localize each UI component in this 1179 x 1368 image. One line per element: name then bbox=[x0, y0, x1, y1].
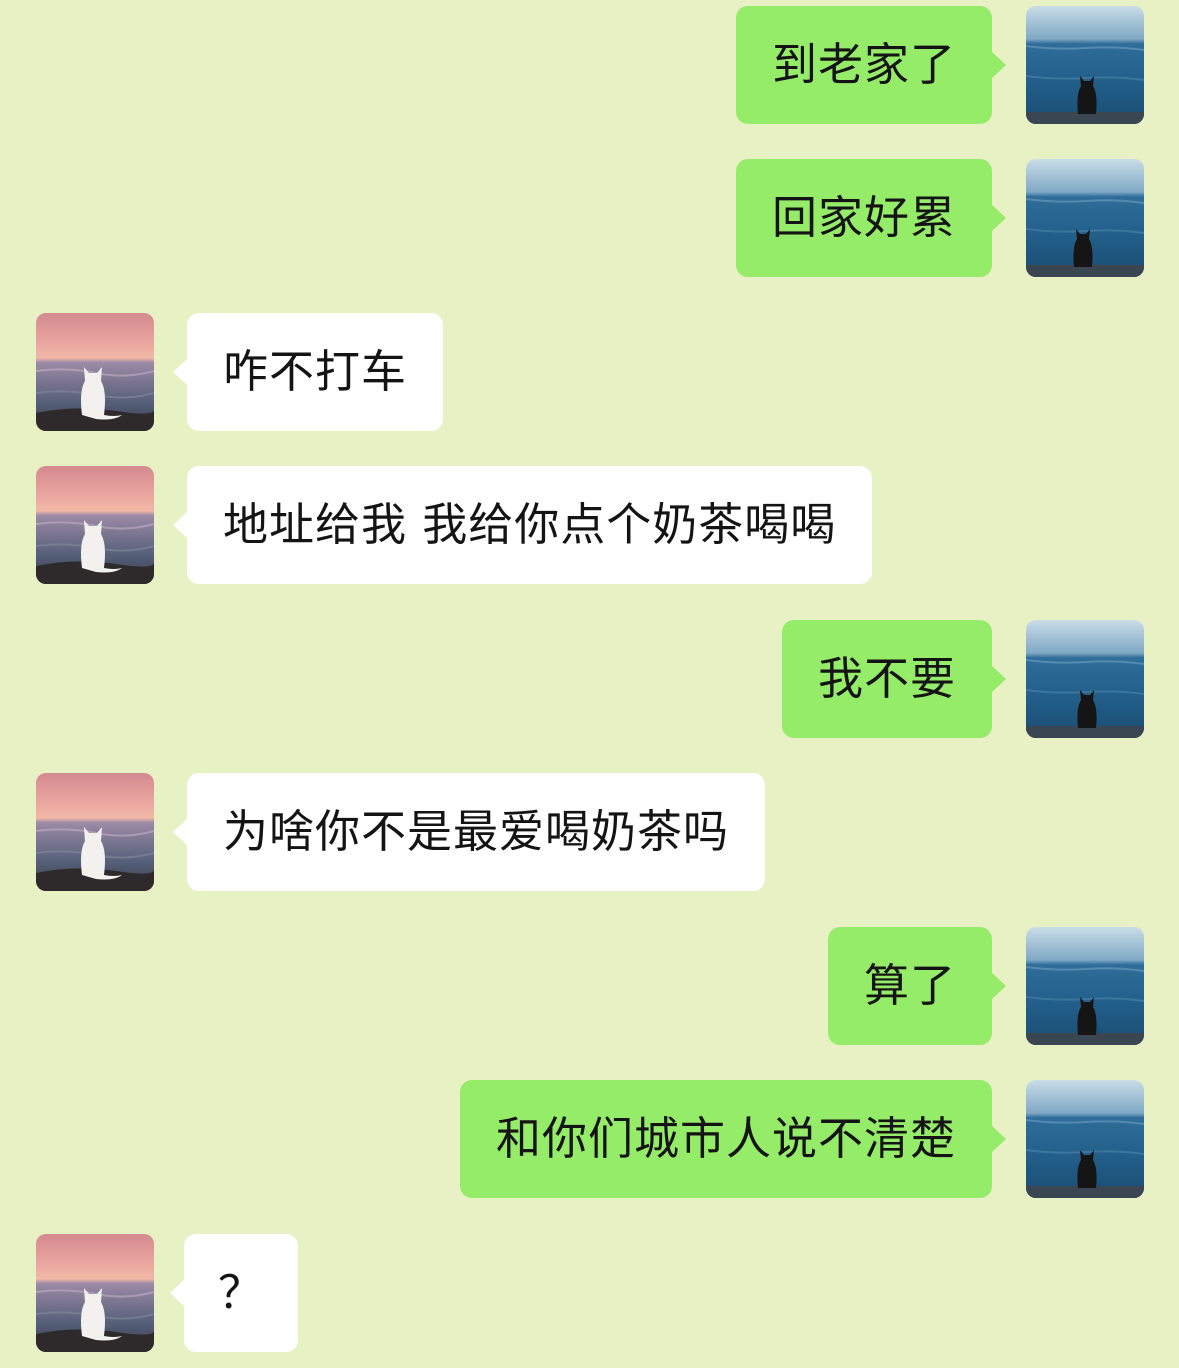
white-cat-sunset-avatar[interactable] bbox=[36, 773, 154, 891]
message-bubble-sent[interactable]: 和你们城市人说不清楚 bbox=[459, 1080, 1007, 1198]
black-cat-sea-avatar[interactable] bbox=[1026, 6, 1144, 124]
message-row-received: 为啥你不是最爱喝奶茶吗 bbox=[0, 773, 1179, 891]
black-cat-sea-avatar[interactable] bbox=[1026, 159, 1144, 277]
message-bubble-sent[interactable]: 算了 bbox=[827, 927, 1007, 1045]
message-row-sent: 我不要 bbox=[0, 620, 1179, 738]
black-cat-sea-avatar[interactable] bbox=[1026, 927, 1144, 1045]
white-cat-sunset-avatar[interactable] bbox=[36, 313, 154, 431]
message-bubble-sent[interactable]: 我不要 bbox=[781, 620, 1007, 738]
message-row-received: ？ bbox=[0, 1234, 1179, 1352]
white-cat-sunset-avatar[interactable] bbox=[36, 466, 154, 584]
message-bubble-received[interactable]: ？ bbox=[169, 1234, 299, 1352]
message-row-received: 咋不打车 bbox=[0, 313, 1179, 431]
message-row-sent: 回家好累 bbox=[0, 159, 1179, 277]
black-cat-sea-avatar[interactable] bbox=[1026, 620, 1144, 738]
black-cat-sea-avatar[interactable] bbox=[1026, 1080, 1144, 1198]
message-row-sent: 算了 bbox=[0, 927, 1179, 1045]
message-row-received: 地址给我 我给你点个奶茶喝喝 bbox=[0, 466, 1179, 584]
chat-area: 到老家了 回家好累 咋不打车 地址给我 我给你点个奶茶喝喝 我不要 为啥你不是最… bbox=[0, 0, 1179, 1368]
message-bubble-received[interactable]: 咋不打车 bbox=[172, 313, 444, 431]
message-bubble-sent[interactable]: 回家好累 bbox=[735, 159, 1007, 277]
white-cat-sunset-avatar[interactable] bbox=[36, 1234, 154, 1352]
message-bubble-received[interactable]: 为啥你不是最爱喝奶茶吗 bbox=[172, 773, 766, 891]
message-row-sent: 和你们城市人说不清楚 bbox=[0, 1080, 1179, 1198]
message-bubble-sent[interactable]: 到老家了 bbox=[735, 6, 1007, 124]
message-bubble-received[interactable]: 地址给我 我给你点个奶茶喝喝 bbox=[172, 466, 873, 584]
message-row-sent: 到老家了 bbox=[0, 6, 1179, 124]
